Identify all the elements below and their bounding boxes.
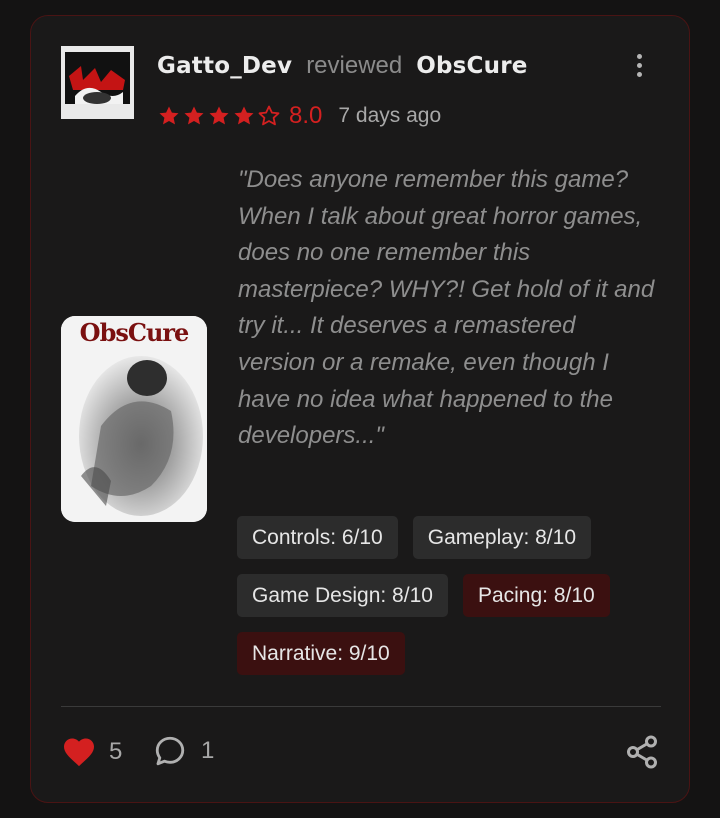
heart-icon — [64, 738, 94, 767]
star-empty-icon — [258, 105, 280, 126]
avatar[interactable] — [61, 46, 134, 119]
star-filled-icon — [209, 106, 229, 125]
score-tag: Gameplay: 8/10 — [412, 516, 592, 559]
review-timestamp: 7 days ago — [338, 104, 442, 127]
comment-icon — [155, 736, 185, 766]
rating-score: 8.0 — [289, 102, 323, 129]
game-cover[interactable]: ObsCure — [61, 316, 207, 522]
score-tag: Narrative: 9/10 — [237, 632, 405, 675]
star-rating — [157, 104, 281, 128]
star-filled-icon — [234, 106, 254, 125]
score-tag: Controls: 6/10 — [237, 516, 398, 559]
star-filled-icon — [159, 106, 179, 125]
cover-title: ObsCure — [79, 318, 190, 347]
share-button[interactable] — [624, 734, 660, 770]
score-tags: Controls: 6/10 Gameplay: 8/10 Game Design:… — [237, 516, 657, 675]
footer-divider — [61, 706, 661, 707]
score-tag: Pacing: 8/10 — [462, 574, 610, 617]
rating-row: 8.0 7 days ago — [157, 102, 441, 130]
reviewed-label: reviewed — [306, 52, 403, 79]
star-filled-icon — [184, 106, 204, 125]
avatar-image — [61, 46, 134, 119]
score-tag: Game Design: 8/10 — [237, 574, 448, 617]
comment-count: 1 — [201, 737, 215, 764]
review-header: Gatto_Dev reviewed ObsCure — [157, 52, 528, 80]
review-text: "Does anyone remember this game? When I … — [238, 166, 655, 450]
share-icon — [627, 735, 657, 769]
like-count: 5 — [109, 738, 123, 765]
game-title-link[interactable]: ObsCure — [416, 53, 527, 79]
more-vertical-icon[interactable] — [633, 54, 645, 84]
review-card: Gatto_Dev reviewed ObsCure 8.0 7 days ag… — [30, 15, 690, 803]
comment-button[interactable]: 1 — [153, 734, 214, 768]
username-link[interactable]: Gatto_Dev — [157, 53, 292, 79]
like-button[interactable]: 5 — [61, 734, 122, 770]
